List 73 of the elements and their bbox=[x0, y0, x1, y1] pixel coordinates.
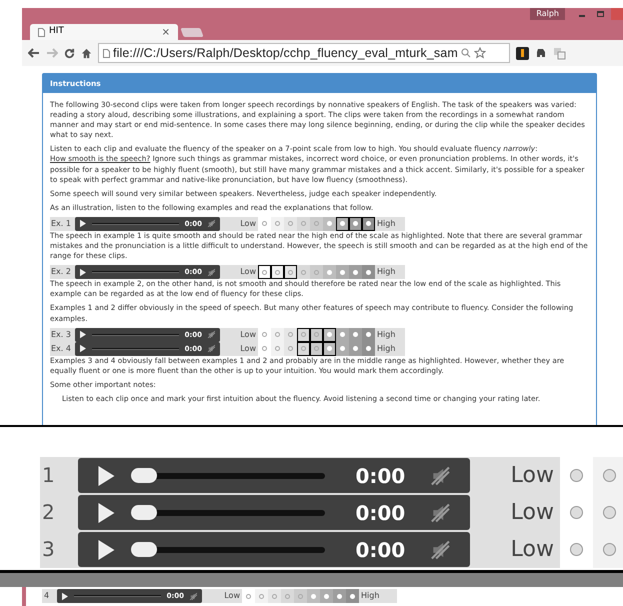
mute-icon[interactable] bbox=[207, 268, 216, 277]
rating-option[interactable] bbox=[271, 265, 284, 280]
low-label: Low bbox=[239, 218, 257, 229]
reload-icon[interactable] bbox=[64, 48, 75, 58]
rating-option[interactable] bbox=[297, 342, 310, 356]
page-icon bbox=[103, 48, 110, 58]
time-label: 0:00 bbox=[355, 500, 406, 526]
mute-icon[interactable] bbox=[207, 344, 216, 354]
high-label: High bbox=[376, 218, 396, 229]
progress-track[interactable] bbox=[92, 348, 179, 350]
rating-option[interactable] bbox=[258, 265, 271, 280]
low-label: Low bbox=[510, 536, 555, 564]
low-label: Low bbox=[510, 462, 555, 490]
rating-option[interactable] bbox=[310, 342, 323, 356]
row-number: 2 bbox=[41, 499, 56, 526]
rating-option[interactable] bbox=[349, 216, 362, 231]
address-field[interactable]: file:///C:/Users/Ralph/Desktop/cchp_fluency_eval_mturk_sam bbox=[98, 43, 510, 63]
low-label: Low bbox=[223, 590, 241, 602]
slider-handle[interactable] bbox=[130, 505, 157, 520]
rating-option[interactable] bbox=[284, 265, 297, 280]
row-number: 3 bbox=[41, 536, 56, 563]
url-text: file:///C:/Users/Ralph/Desktop/cchp_fluency_eval_mturk_sam bbox=[113, 44, 458, 62]
extension-icon[interactable] bbox=[516, 46, 529, 60]
mute-icon[interactable] bbox=[207, 330, 216, 340]
back-icon[interactable] bbox=[28, 48, 40, 58]
play-icon[interactable] bbox=[61, 592, 69, 600]
play-icon[interactable] bbox=[96, 464, 117, 488]
progress-track[interactable] bbox=[92, 334, 179, 336]
high-label: High bbox=[360, 590, 380, 602]
page-icon bbox=[38, 28, 45, 36]
low-label: Low bbox=[510, 499, 555, 527]
low-label: Low bbox=[239, 267, 257, 278]
tab-title: HIT bbox=[49, 25, 65, 38]
play-icon[interactable] bbox=[79, 219, 87, 228]
slider-handle[interactable] bbox=[130, 542, 157, 557]
home-icon[interactable] bbox=[81, 48, 92, 58]
progress-slider[interactable] bbox=[130, 505, 326, 520]
time-label: 0:00 bbox=[355, 462, 406, 490]
example-label: Ex. 4 bbox=[50, 344, 72, 354]
progress-track[interactable] bbox=[92, 271, 179, 274]
mute-icon[interactable] bbox=[189, 592, 198, 600]
tab-close-button[interactable]: × bbox=[162, 24, 170, 40]
browser-tab[interactable]: HIT × bbox=[30, 24, 178, 40]
example-label: Ex. 3 bbox=[50, 330, 72, 340]
rating-option[interactable] bbox=[297, 328, 310, 342]
new-tab-button[interactable] bbox=[180, 28, 204, 37]
rating-option[interactable] bbox=[323, 342, 336, 356]
example-label: Ex. 2 bbox=[50, 267, 72, 278]
high-label: High bbox=[376, 330, 396, 340]
low-label: Low bbox=[239, 330, 257, 340]
example-label: Ex. 1 bbox=[50, 218, 72, 229]
rating-option[interactable] bbox=[310, 328, 323, 342]
translate-icon[interactable] bbox=[553, 46, 566, 60]
mute-icon[interactable] bbox=[207, 219, 216, 228]
slider-handle[interactable] bbox=[130, 468, 157, 483]
zoom-icon[interactable] bbox=[460, 48, 471, 58]
play-icon[interactable] bbox=[96, 500, 117, 524]
rating-option[interactable] bbox=[323, 328, 336, 342]
progress-slider[interactable] bbox=[130, 468, 326, 483]
progress-track[interactable] bbox=[92, 222, 179, 225]
play-icon[interactable] bbox=[96, 538, 117, 562]
rating-option[interactable] bbox=[336, 216, 349, 231]
high-label: High bbox=[376, 267, 396, 278]
progress-slider[interactable] bbox=[130, 542, 326, 557]
play-icon[interactable] bbox=[79, 268, 87, 277]
rating-option[interactable] bbox=[362, 216, 375, 231]
high-label: High bbox=[376, 344, 396, 354]
low-label: Low bbox=[239, 344, 257, 354]
row-number: 4 bbox=[43, 590, 50, 602]
star-icon[interactable] bbox=[474, 47, 486, 59]
row-number: 1 bbox=[41, 462, 56, 489]
time-label: 0:00 bbox=[355, 536, 406, 564]
user-badge[interactable]: Ralph bbox=[530, 8, 565, 20]
